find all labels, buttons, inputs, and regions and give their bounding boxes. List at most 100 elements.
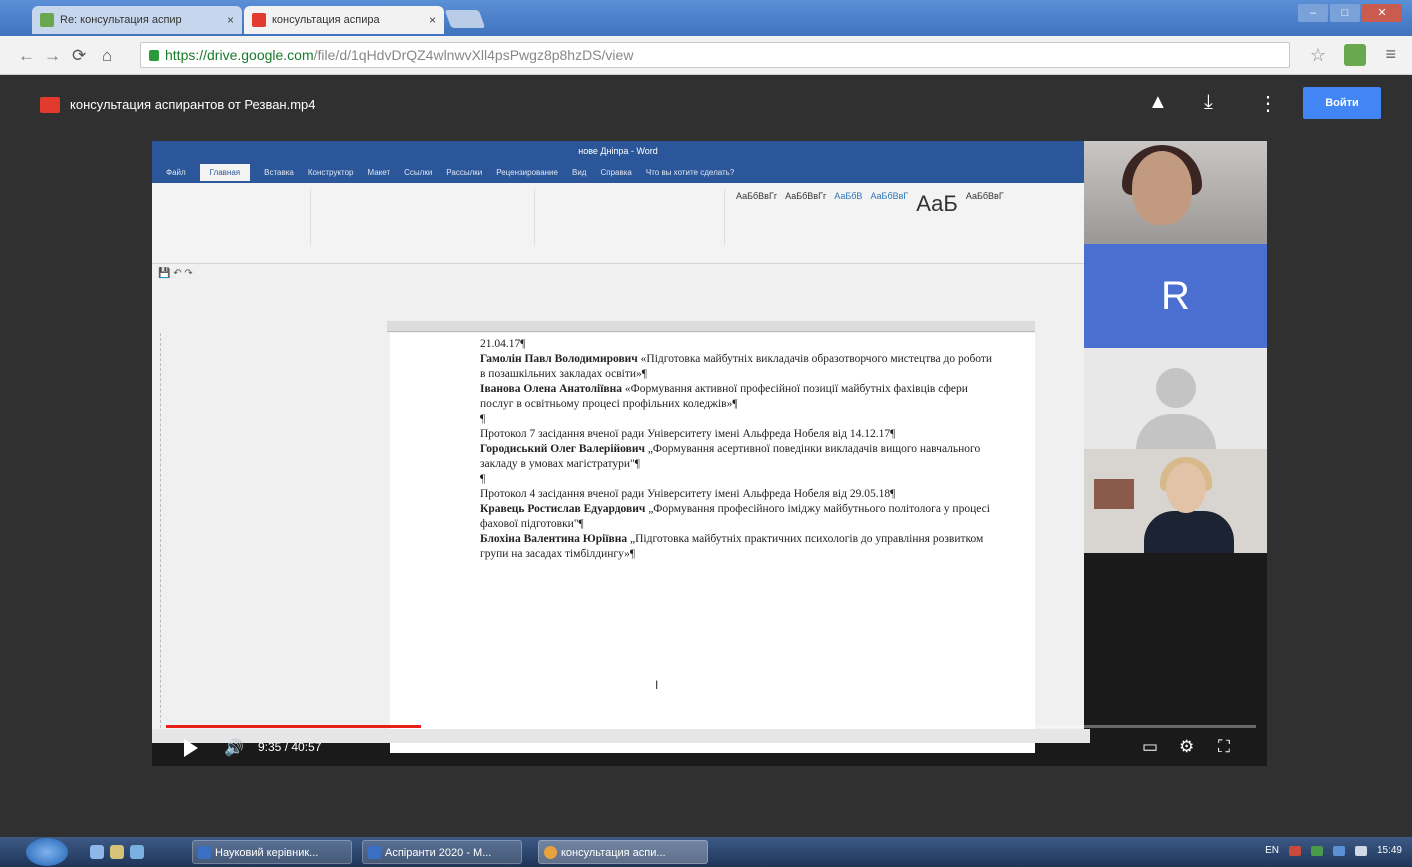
video-player[interactable]: нове Дніпра - Word Файл Главная Вставка … <box>152 141 1267 766</box>
tab-label: консультация аспира <box>272 14 380 26</box>
participant-face <box>1132 151 1192 225</box>
forward-icon[interactable]: → <box>44 46 61 66</box>
play-icon[interactable] <box>184 739 198 757</box>
browser-tab-bar: Re: консультация аспир × консультация ас… <box>0 0 1412 36</box>
vertical-ruler <box>160 333 173 733</box>
document-paragraph: Протокол 4 засідання вченої ради Універс… <box>480 487 1000 502</box>
clipboard-group <box>160 189 311 245</box>
document-paragraph: ¶ <box>480 412 1000 427</box>
ie-icon[interactable] <box>90 845 104 859</box>
speaker-icon[interactable] <box>1354 845 1367 856</box>
volume-icon[interactable]: 🔊 <box>224 738 244 758</box>
document-paragraph: Іванова Олена Анатоліївна «Формування ак… <box>480 382 1000 412</box>
progress-bar[interactable] <box>166 725 1256 728</box>
browser-tab-1[interactable]: Re: консультация аспир × <box>32 6 242 34</box>
paragraph-text: Протокол 4 засідання вченої ради Універс… <box>480 488 896 500</box>
url-host: https://drive.google.com <box>165 47 314 63</box>
word-title: нове Дніпра - Word <box>152 141 1084 161</box>
horizontal-ruler <box>387 321 1035 332</box>
font-group <box>320 189 535 245</box>
tray-app-icon[interactable] <box>1288 845 1301 856</box>
author-name: Іванова Олена Анатоліївна <box>480 383 623 395</box>
back-icon[interactable]: ← <box>18 46 35 66</box>
author-name: Городиський Олег Валерійович <box>480 443 645 455</box>
mail-icon <box>40 13 54 27</box>
document-paragraph: 21.04.17¶ <box>480 337 1000 352</box>
style-item: АаБбВвГ <box>965 191 1004 201</box>
bookmark-star-icon[interactable]: ☆ <box>1310 45 1326 66</box>
word-tab: Файл <box>166 167 186 177</box>
author-name: Блохіна Валентина Юріївна <box>480 533 628 545</box>
lock-icon <box>149 49 159 61</box>
fullscreen-icon[interactable]: ⛶ <box>1218 737 1230 757</box>
os-taskbar: Науковий керівник... Аспіранти 2020 - М.… <box>0 837 1412 867</box>
progress-fill <box>166 725 422 728</box>
style-item: АаБбВвГ <box>870 191 909 201</box>
document-page: 21.04.17¶ Гамолін Павл Володимирович «Під… <box>390 333 1035 753</box>
paragraph-text: ¶ <box>480 413 486 425</box>
taskbar-button-2[interactable]: Аспіранти 2020 - М... <box>362 840 522 864</box>
minimize-icon[interactable]: – <box>1298 4 1328 22</box>
participants-panel: R <box>1084 141 1267 553</box>
browser-tab-2[interactable]: консультация аспира × <box>244 6 444 34</box>
url-path: /file/d/1qHdvDrQZ4wlnwvXll4psPwgz8p8hzDS… <box>313 47 634 63</box>
player-controls: 🔊 9:35 / 40:57 ▭ ⚙ ⛶ <box>152 731 1267 766</box>
close-window-icon[interactable]: ✕ <box>1362 4 1402 22</box>
desktop-icon[interactable] <box>130 845 144 859</box>
taskbar-button-3[interactable]: консультация аспи... <box>538 840 708 864</box>
clock[interactable]: 15:49 <box>1377 845 1402 856</box>
document-paragraph: Городиський Олег Валерійович „Формування… <box>480 442 1000 472</box>
style-item: АаБбВвГг <box>785 191 827 201</box>
maximize-icon[interactable]: □ <box>1330 4 1360 22</box>
drive-viewer: консультация аспирантов от Резван.mp4 ▲ … <box>0 75 1412 837</box>
taskbar-button-1[interactable]: Науковий керівник... <box>192 840 352 864</box>
video-file-icon <box>40 97 60 113</box>
tray-app-icon[interactable] <box>1310 845 1323 856</box>
word-icon <box>198 846 211 859</box>
author-name: Кравець Ростислав Едуардович <box>480 503 646 515</box>
reload-icon[interactable]: ⟳ <box>72 46 86 66</box>
download-icon[interactable]: ⤓ <box>1204 91 1213 114</box>
participant-tile-3 <box>1084 348 1267 449</box>
quick-access-toolbar: 💾 ↶ ↷ <box>158 268 193 279</box>
extension-icon[interactable] <box>1344 44 1366 66</box>
word-tab: Что вы хотите сделать? <box>645 167 735 177</box>
paragraph-text: 21.04.17¶ <box>480 338 526 350</box>
taskbar-button-label: Аспіранти 2020 - М... <box>385 847 492 859</box>
address-bar[interactable]: https://drive.google.com/file/d/1qHdvDrQ… <box>140 42 1290 68</box>
document-paragraph: Протокол 7 засідання вченої ради Універс… <box>480 427 1000 442</box>
close-tab-icon[interactable]: × <box>219 13 234 27</box>
tab-label: Re: консультация аспир <box>60 14 182 26</box>
window-controls: – □ ✕ <box>1298 4 1402 22</box>
explorer-icon[interactable] <box>110 845 124 859</box>
new-tab-button[interactable] <box>444 10 486 28</box>
word-tab: Рассылки <box>446 167 483 177</box>
word-tab: Рецензирование <box>496 167 558 177</box>
word-tab-selected: Главная <box>199 163 251 181</box>
more-options-icon[interactable]: ⋮ <box>1258 91 1278 116</box>
captions-icon[interactable]: ▭ <box>1142 737 1158 757</box>
participant-tile-1 <box>1084 141 1267 244</box>
add-to-drive-icon[interactable]: ▲ <box>1148 91 1168 114</box>
participant-face <box>1166 463 1206 513</box>
participant-initial: R <box>1161 273 1190 318</box>
word-tab: Конструктор <box>307 167 354 177</box>
close-tab-icon[interactable]: × <box>421 13 436 27</box>
document-paragraph: Блохіна Валентина Юріївна „Підготовка ма… <box>480 532 1000 562</box>
paragraph-group <box>544 189 725 245</box>
start-button[interactable] <box>26 838 68 866</box>
network-icon[interactable] <box>1332 845 1345 856</box>
word-tab: Макет <box>367 167 391 177</box>
document-paragraph: Кравець Ростислав Едуардович „Формування… <box>480 502 1000 532</box>
home-icon[interactable]: ⌂ <box>102 46 112 66</box>
signin-button[interactable]: Войти <box>1303 87 1381 119</box>
browser-toolbar: ← → ⟳ ⌂ https://drive.google.com/file/d/… <box>0 36 1412 75</box>
word-tab: Вставка <box>264 167 294 177</box>
styles-gallery: АаБбВвГг АаБбВвГг АаБбВ АаБбВвГ АаБ АаБб… <box>736 191 1004 217</box>
language-indicator[interactable]: EN <box>1265 845 1279 856</box>
time-display: 9:35 / 40:57 <box>258 740 322 754</box>
browser-menu-icon[interactable]: ≡ <box>1385 44 1396 65</box>
style-item: АаБ <box>916 191 958 216</box>
word-ribbon-tabs: Файл Главная Вставка Конструктор Макет С… <box>152 161 1084 183</box>
settings-gear-icon[interactable]: ⚙ <box>1179 737 1194 757</box>
